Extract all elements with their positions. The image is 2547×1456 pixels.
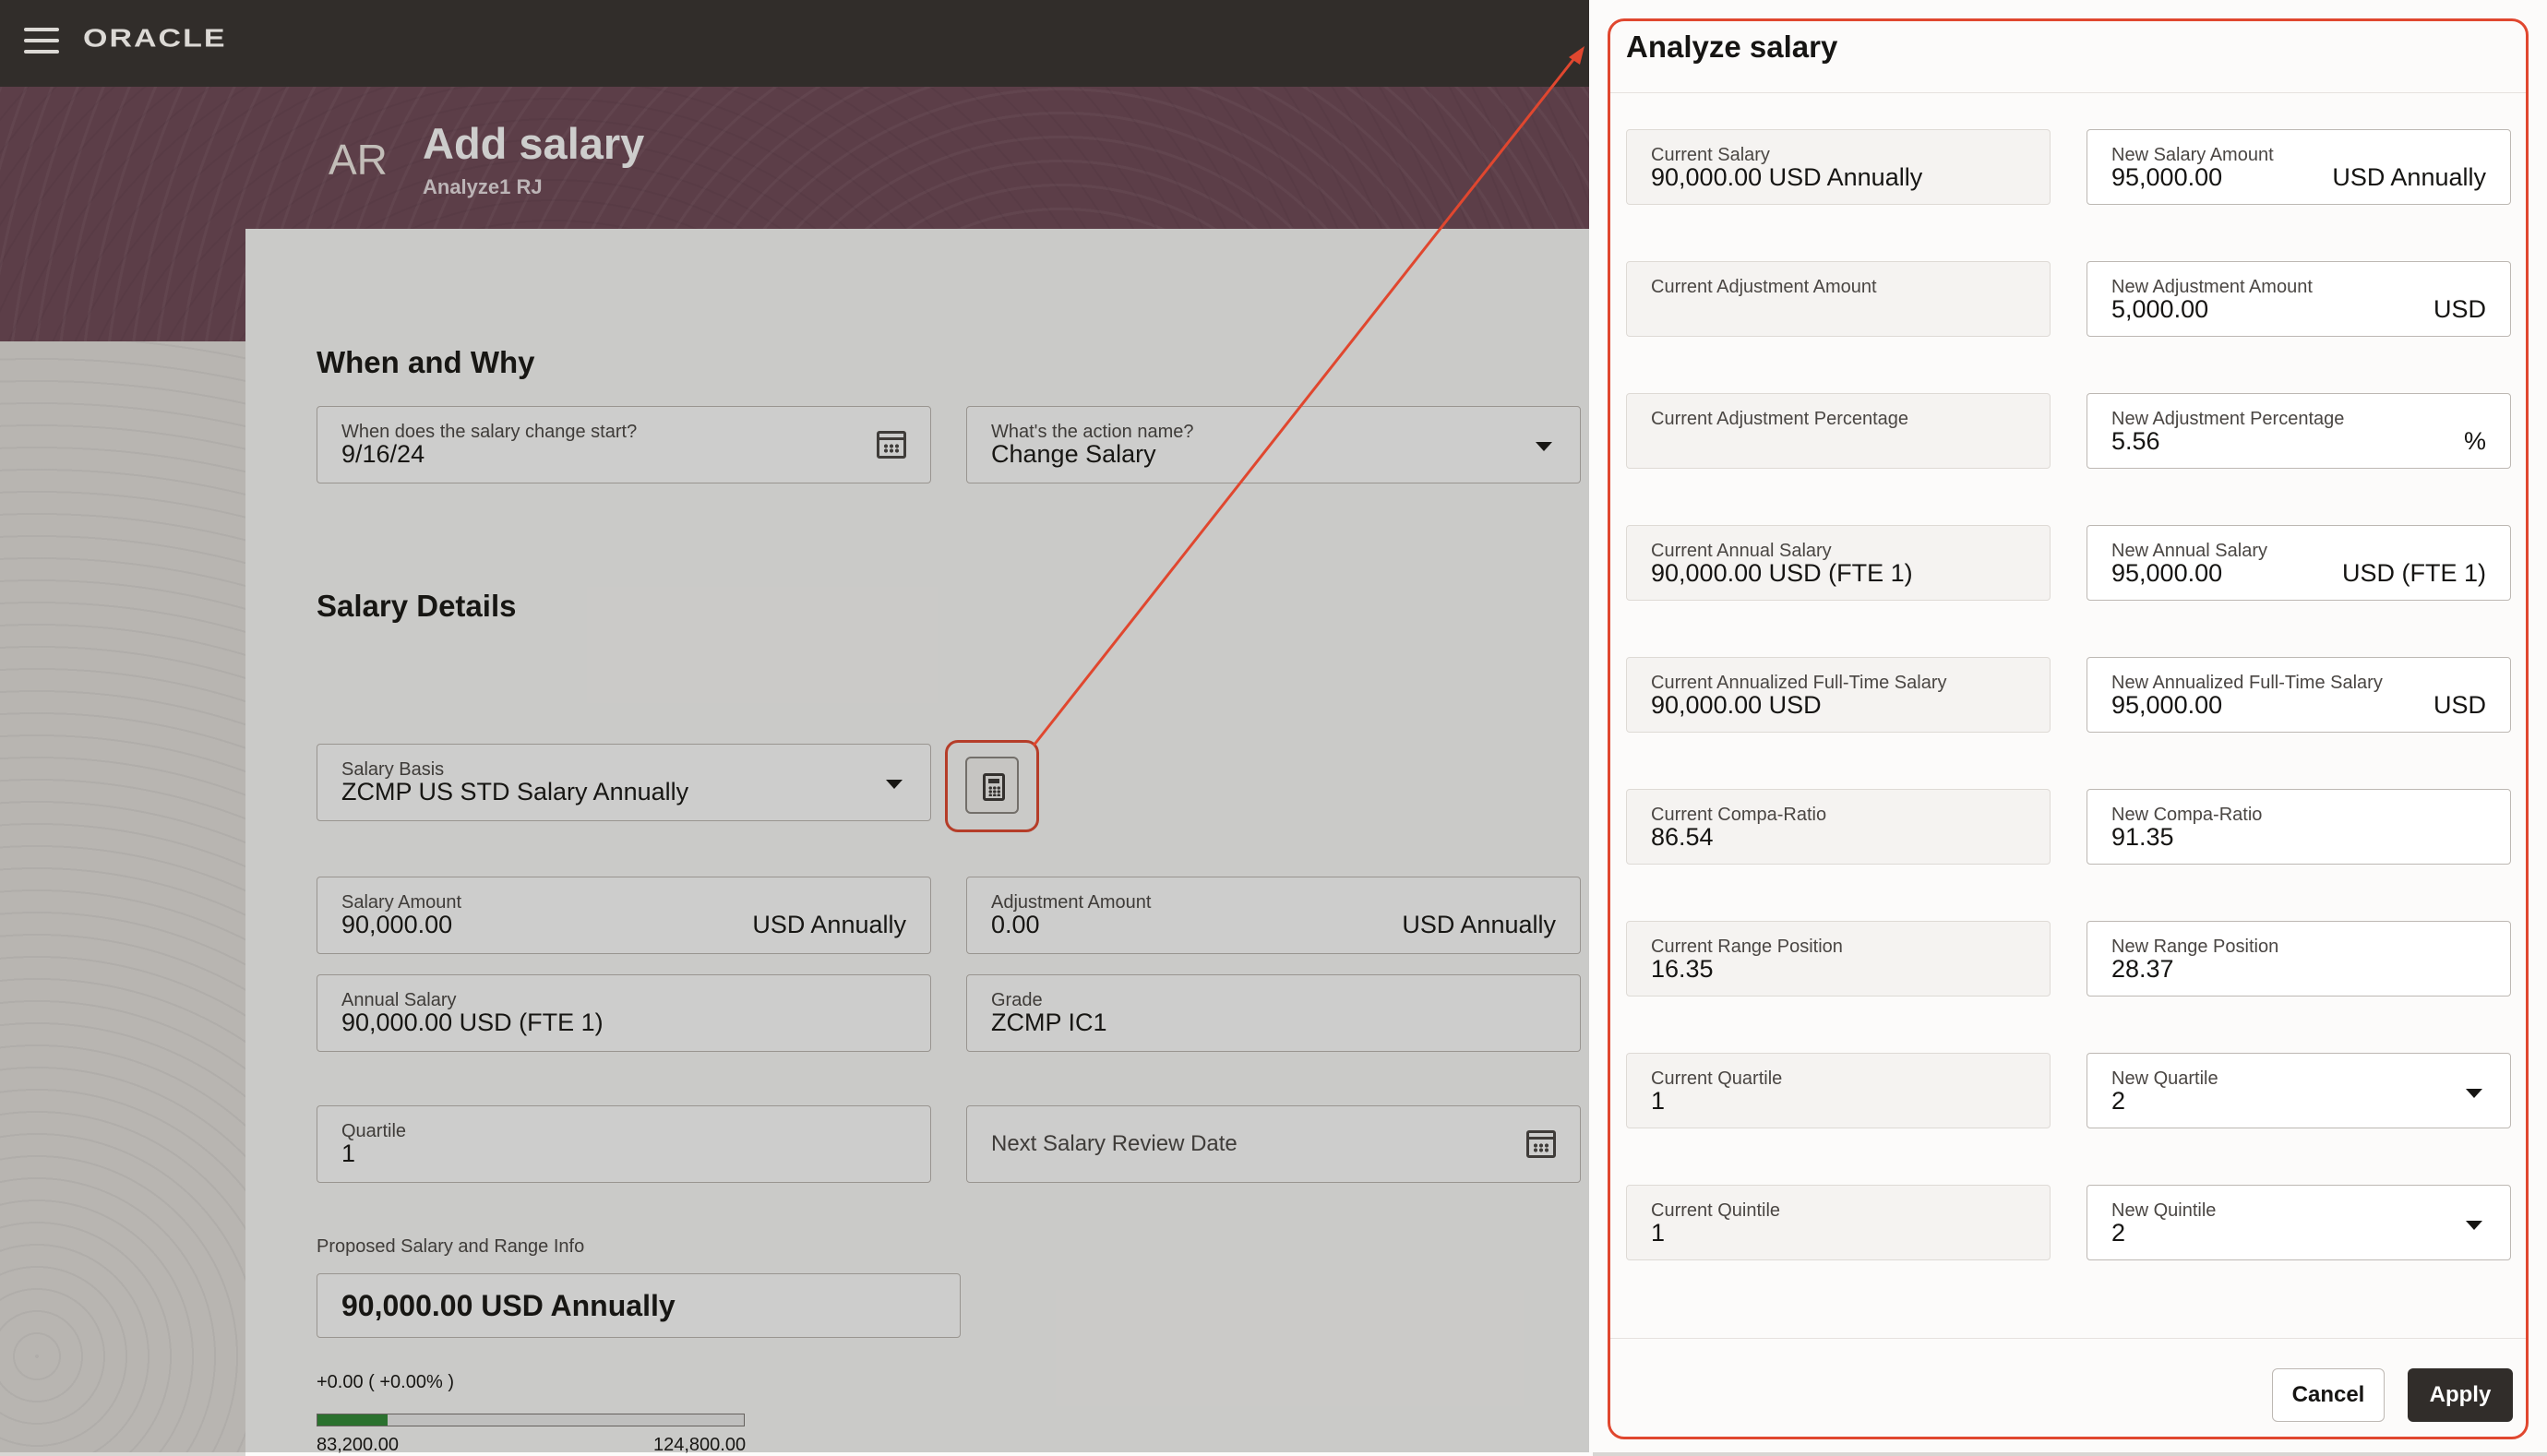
field-value: 95,000.00 <box>2111 559 2223 587</box>
current-annual-salary-field: Current Annual Salary 90,000.00 USD (FTE… <box>1626 525 2051 601</box>
field-value: 2 <box>2111 1087 2126 1115</box>
field-unit: USD <box>2433 295 2486 323</box>
chevron-down-icon[interactable] <box>2466 1221 2482 1230</box>
field-unit: USD Annually <box>2332 163 2486 191</box>
field-label: Current Quintile <box>1651 1200 1781 1221</box>
field-value: 5,000.00 <box>2111 295 2209 323</box>
field-label: New Quintile <box>2111 1200 2217 1221</box>
field-label: New Quartile <box>2111 1068 2218 1089</box>
field-value: 1 <box>1651 1087 1666 1115</box>
modal-dim-overlay <box>0 87 1589 1452</box>
field-label: Current Quartile <box>1651 1068 1783 1089</box>
field-unit: USD (FTE 1) <box>2341 559 2486 587</box>
field-value: 95,000.00 <box>2111 163 2223 191</box>
current-adjustment-percentage-field: Current Adjustment Percentage <box>1626 393 2051 469</box>
current-compa-ratio-field: Current Compa-Ratio 86.54 <box>1626 789 2051 865</box>
drawer-divider <box>1608 92 2529 93</box>
field-unit: % <box>2463 427 2486 455</box>
drawer-footer-divider <box>1608 1338 2529 1339</box>
chevron-down-icon[interactable] <box>2466 1089 2482 1098</box>
hamburger-menu-icon[interactable] <box>24 28 59 55</box>
current-quintile-field: Current Quintile 1 <box>1626 1185 2051 1260</box>
field-value: 5.56 <box>2111 427 2160 455</box>
field-value: 1 <box>1651 1219 1666 1247</box>
field-value: 90,000.00 USD <box>1651 691 1822 719</box>
new-adjustment-amount-input[interactable]: New Adjustment Amount 5,000.00 USD <box>2087 261 2511 337</box>
current-salary-field: Current Salary 90,000.00 USD Annually <box>1626 129 2051 205</box>
new-compa-ratio-input[interactable]: New Compa-Ratio 91.35 <box>2087 789 2511 865</box>
oracle-logo[interactable]: ORACLE <box>83 24 227 54</box>
current-annualized-full-time-salary-field: Current Annualized Full-Time Salary 90,0… <box>1626 657 2051 733</box>
new-quartile-select[interactable]: New Quartile 2 <box>2087 1053 2511 1128</box>
new-annualized-full-time-salary-input[interactable]: New Annualized Full-Time Salary 95,000.0… <box>2087 657 2511 733</box>
new-adjustment-percentage-input[interactable]: New Adjustment Percentage 5.56 % <box>2087 393 2511 469</box>
current-adjustment-amount-field: Current Adjustment Amount <box>1626 261 2051 337</box>
field-value: 91.35 <box>2111 823 2174 851</box>
new-range-position-input[interactable]: New Range Position 28.37 <box>2087 921 2511 997</box>
field-unit: USD <box>2433 691 2486 719</box>
field-label: Current Adjustment Percentage <box>1651 409 1909 429</box>
field-value: 2 <box>2111 1219 2126 1247</box>
new-salary-amount-input[interactable]: New Salary Amount 95,000.00 USD Annually <box>2087 129 2511 205</box>
field-value: 16.35 <box>1651 955 1714 983</box>
current-range-position-field: Current Range Position 16.35 <box>1626 921 2051 997</box>
field-value: 90,000.00 USD Annually <box>1651 163 1923 191</box>
new-annual-salary-input[interactable]: New Annual Salary 95,000.00 USD (FTE 1) <box>2087 525 2511 601</box>
apply-button[interactable]: Apply <box>2408 1368 2513 1422</box>
field-value: 86.54 <box>1651 823 1714 851</box>
field-value: 90,000.00 USD (FTE 1) <box>1651 559 1913 587</box>
field-label: Current Adjustment Amount <box>1651 277 1877 297</box>
new-quintile-select[interactable]: New Quintile 2 <box>2087 1185 2511 1260</box>
field-value: 95,000.00 <box>2111 691 2223 719</box>
cancel-button[interactable]: Cancel <box>2272 1368 2385 1422</box>
drawer-title: Analyze salary <box>1626 30 1838 64</box>
field-value: 28.37 <box>2111 955 2174 983</box>
current-quartile-field: Current Quartile 1 <box>1626 1053 2051 1128</box>
